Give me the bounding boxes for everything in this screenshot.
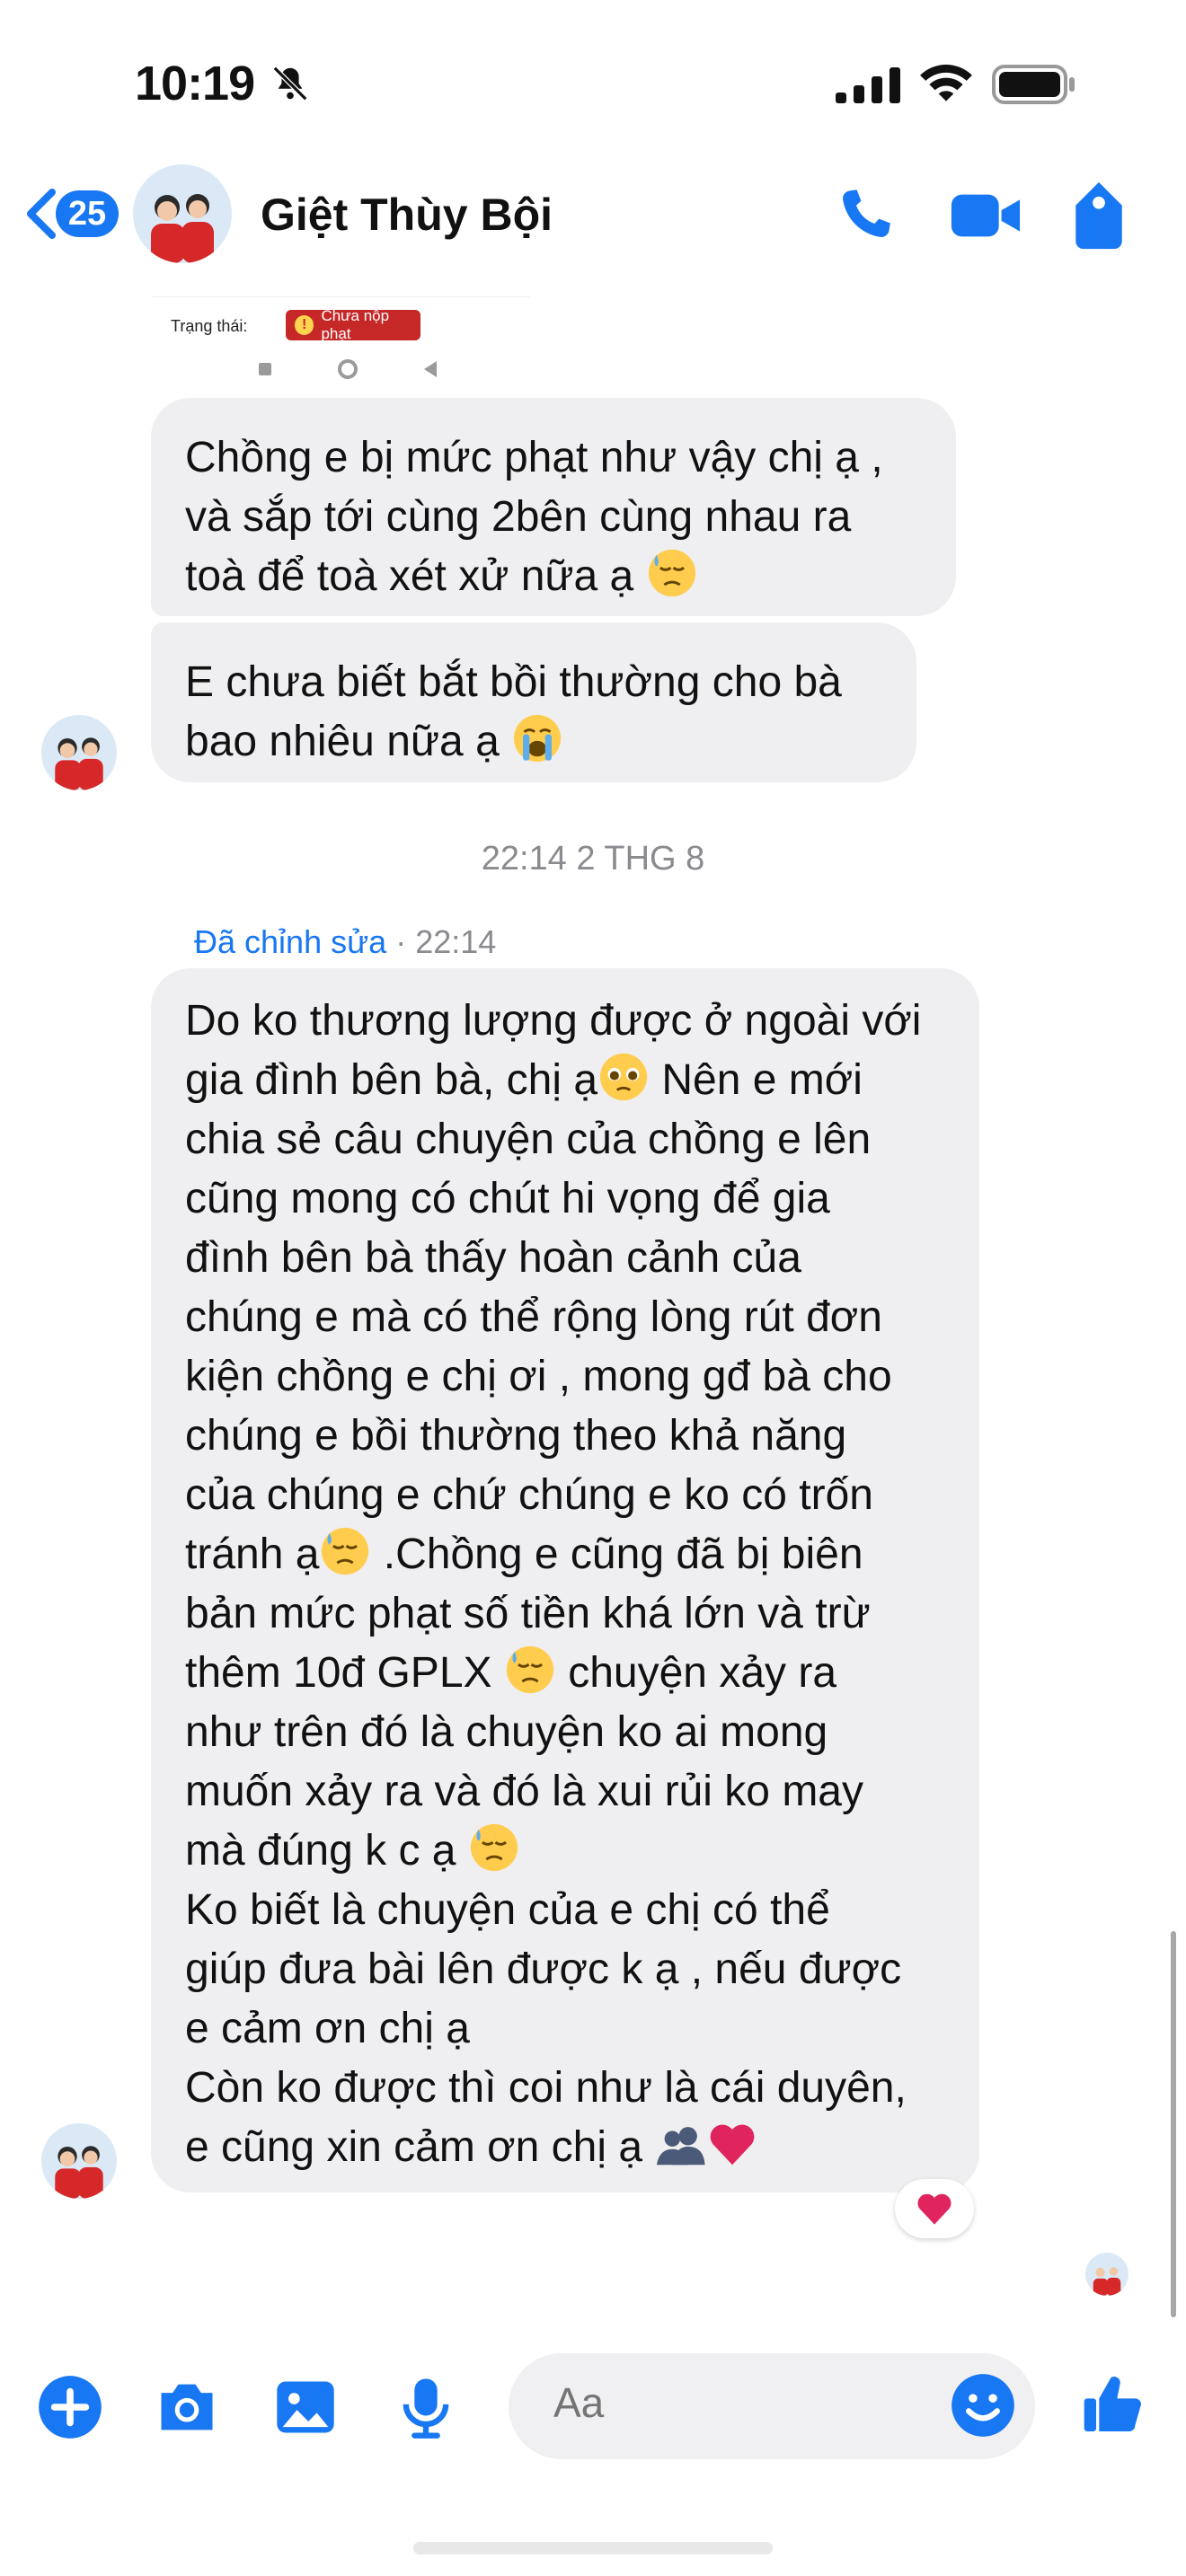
seen-indicator-avatar — [1085, 2253, 1128, 2296]
message-text-part: Nên e mới chia sẻ câu chuyện của chồng e… — [185, 1056, 892, 1578]
phone-icon[interactable] — [832, 183, 897, 248]
recent-apps-icon — [259, 363, 271, 375]
plus-icon[interactable] — [36, 2373, 104, 2441]
cellular-signal-icon — [836, 67, 900, 103]
message-text: Chồng e bị mức phạt như vậy chị ạ , và s… — [185, 434, 883, 600]
incoming-message-bubble[interactable]: E chưa biết bắt bồi thường cho bà bao nh… — [151, 622, 916, 782]
incoming-message-bubble[interactable]: Do ko thương lượng được ở ngoài với gia … — [151, 968, 979, 2192]
edited-time: · 22:14 — [386, 923, 497, 960]
heart-icon — [917, 2193, 951, 2225]
penalty-status-text: Chưa nộp phạt — [321, 307, 390, 342]
emoji-picker-icon[interactable] — [949, 2371, 1017, 2439]
heart-reaction[interactable] — [895, 2179, 974, 2238]
thumbs-up-icon[interactable] — [1078, 2366, 1150, 2443]
incoming-message-bubble[interactable]: Chồng e bị mức phạt như vậy chị ạ , và s… — [151, 398, 956, 616]
penalty-status-badge: ! Chưa nộp phạt — [286, 307, 420, 342]
message-text-part: Ko biết là chuyện của e chị có thể giúp … — [185, 1886, 907, 2171]
status-time: 10:19 — [135, 57, 255, 110]
sweat-face-emoji-icon — [648, 549, 695, 597]
sweat-face-emoji-icon — [470, 1823, 518, 1872]
battery-icon — [992, 65, 1075, 104]
sender-avatar[interactable] — [41, 715, 117, 790]
silent-bell-icon — [272, 66, 308, 101]
contact-avatar[interactable] — [133, 164, 232, 263]
camera-icon[interactable] — [153, 2373, 221, 2441]
contact-name[interactable]: Giệt Thùy Bội — [261, 189, 553, 241]
chevron-left-icon — [27, 189, 56, 239]
microphone-icon[interactable] — [392, 2373, 460, 2441]
people-silhouette-emoji-icon — [657, 2127, 705, 2166]
message-input[interactable] — [553, 2378, 913, 2427]
edited-label: Đã chỉnh sửa — [194, 923, 387, 960]
pleading-face-emoji-icon — [599, 1053, 648, 1101]
status-field-label: Trạng thái: — [171, 317, 248, 335]
gallery-icon[interactable] — [271, 2373, 340, 2441]
back-nav-icon — [424, 361, 437, 377]
sweat-face-emoji-icon — [322, 1527, 369, 1575]
crying-face-emoji-icon — [513, 714, 562, 763]
conversation-timestamp: 22:14 2 THG 8 — [481, 840, 705, 878]
video-call-icon[interactable] — [949, 183, 1022, 248]
scrollbar[interactable] — [1171, 1931, 1176, 2317]
wifi-icon — [920, 64, 972, 101]
edited-indicator[interactable]: Đã chỉnh sửa · 22:14 — [194, 923, 496, 961]
home-nav-icon — [338, 359, 358, 379]
sender-avatar[interactable] — [41, 2123, 117, 2199]
sweat-face-emoji-icon — [506, 1645, 553, 1694]
unread-count-badge: 25 — [56, 190, 119, 237]
red-heart-emoji-icon — [711, 2124, 755, 2166]
tag-icon[interactable] — [1069, 180, 1128, 251]
home-indicator — [413, 2542, 773, 2554]
alert-icon: ! — [295, 315, 314, 335]
